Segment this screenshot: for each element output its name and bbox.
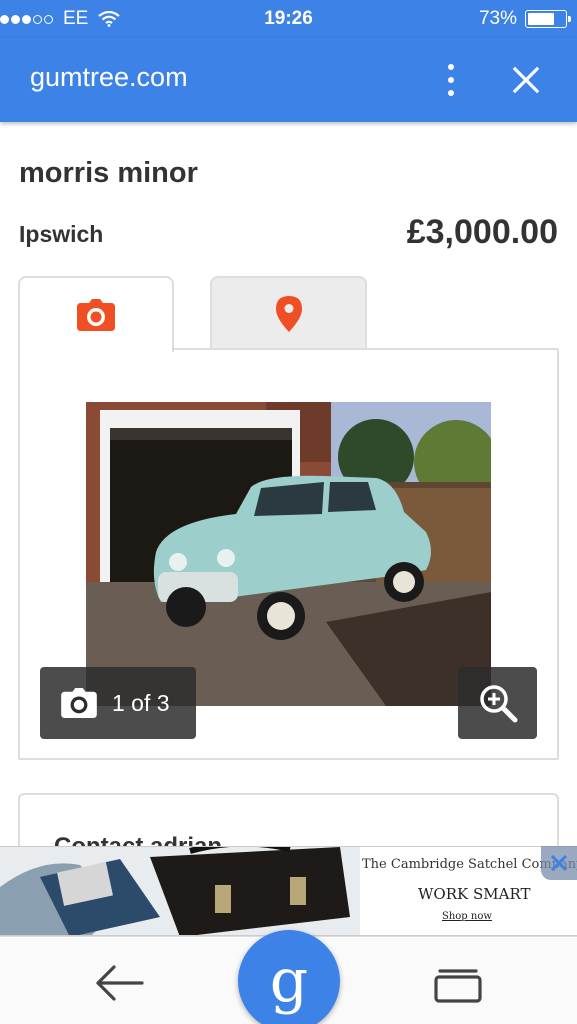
close-icon: [550, 854, 568, 872]
ad-banner[interactable]: The Cambridge Satchel Company WORK SMART…: [0, 846, 577, 936]
ad-cta-link[interactable]: Shop now: [442, 911, 492, 922]
close-icon[interactable]: [506, 60, 546, 100]
ad-headline: WORK SMART: [418, 885, 531, 903]
back-arrow-icon[interactable]: [92, 961, 146, 1005]
ad-close-button[interactable]: [541, 846, 577, 880]
zoom-button[interactable]: [458, 667, 537, 739]
google-search-button[interactable]: g: [238, 930, 340, 1024]
listing-photo[interactable]: [86, 402, 491, 706]
more-vert-icon[interactable]: [440, 62, 462, 98]
listing-location: Ipswich: [19, 221, 104, 247]
tabs-icon[interactable]: [432, 963, 484, 1007]
listing-title: morris minor: [19, 157, 198, 189]
status-bar: EE 19:26 73%: [0, 0, 577, 38]
map-pin-icon: [275, 296, 302, 332]
tab-map[interactable]: [210, 276, 367, 350]
camera-icon: [77, 299, 115, 331]
listing-price: £3,000.00: [406, 213, 558, 251]
browser-app-bar: gumtree.com: [0, 38, 577, 122]
battery-status: 73%: [478, 8, 571, 30]
battery-icon: [525, 10, 571, 28]
photo-counter-button[interactable]: 1 of 3: [40, 667, 196, 739]
battery-level: [528, 13, 555, 25]
page-domain: gumtree.com: [30, 62, 188, 92]
photo-counter: 1 of 3: [112, 689, 170, 716]
ad-image: [0, 847, 360, 935]
google-g-icon: g: [269, 946, 309, 1016]
tab-photos[interactable]: [18, 276, 174, 352]
zoom-in-icon: [479, 685, 517, 723]
camera-icon: [61, 688, 97, 718]
battery-percent: 73%: [478, 8, 517, 29]
